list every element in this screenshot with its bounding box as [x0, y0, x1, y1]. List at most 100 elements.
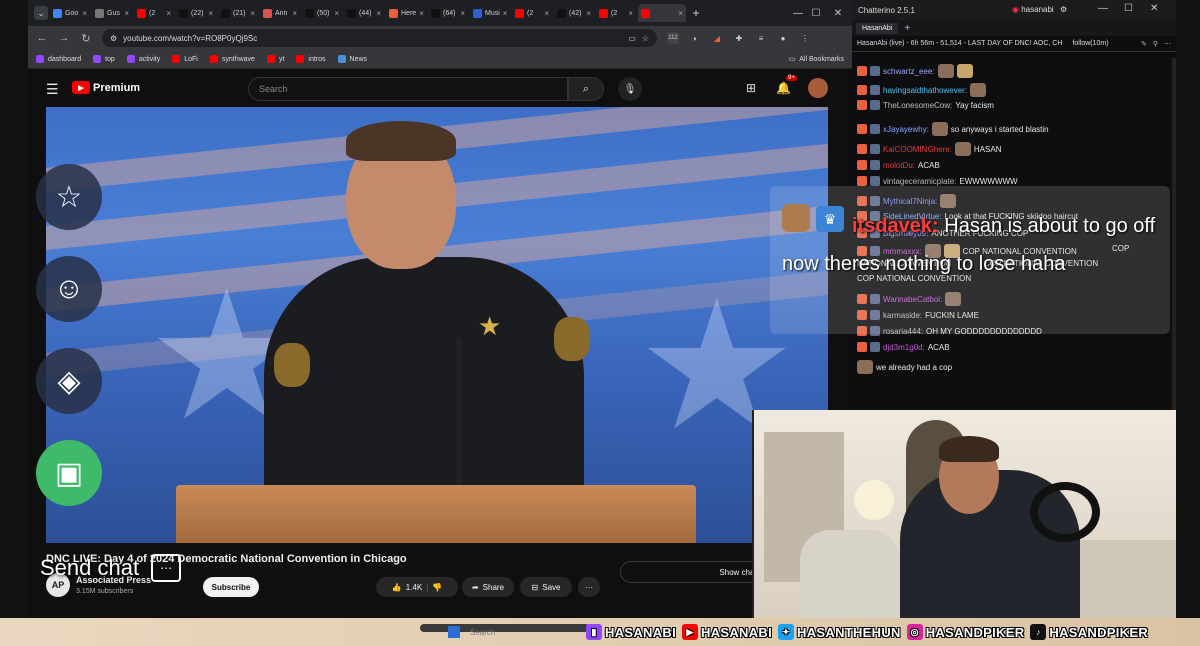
drop-icon[interactable]: ◈	[36, 348, 102, 414]
browser-tab[interactable]: Gus ×	[92, 4, 132, 22]
browser-tab[interactable]: (22) ×	[176, 4, 216, 22]
avatar[interactable]	[808, 78, 828, 98]
tab-close-icon[interactable]: ×	[586, 9, 591, 18]
media-icon[interactable]: ≡	[755, 32, 767, 44]
extension-icon[interactable]: ◗	[689, 32, 701, 44]
chat-message[interactable]: TheLonesomeCow: Yay facism	[857, 100, 994, 110]
bell-icon[interactable]: 🔔	[776, 81, 791, 95]
puzzle-icon[interactable]: ✚	[733, 32, 745, 44]
tab-close-icon[interactable]: ×	[208, 9, 213, 18]
close-icon[interactable]: ✕	[1150, 3, 1158, 14]
new-tab-button[interactable]: +	[688, 6, 704, 20]
settings-gear-icon[interactable]: ⚙	[1060, 5, 1067, 14]
bookmark-star-icon[interactable]: ☆	[642, 34, 649, 43]
chat-message[interactable]: xJayayewhy: so anyways i started blastin	[857, 122, 1049, 136]
chat-username[interactable]: TheLonesomeCow:	[883, 101, 952, 110]
browser-tab[interactable]: (2 ×	[134, 4, 174, 22]
star-icon[interactable]: ☆	[36, 164, 102, 230]
search-input[interactable]: Search	[248, 77, 568, 101]
tab-close-icon[interactable]: ×	[503, 9, 508, 18]
chat-message[interactable]: molotDu: ACAB	[857, 160, 940, 170]
maximize-icon[interactable]: ☐	[1124, 3, 1133, 14]
chat-username[interactable]: djd3m1g0d:	[883, 343, 925, 352]
bookmark-item[interactable]: News	[337, 55, 367, 63]
tab-close-icon[interactable]: ×	[250, 9, 255, 18]
minimize-icon[interactable]: —	[1098, 3, 1108, 14]
browser-tab[interactable]: (64) ×	[428, 4, 468, 22]
bookmark-item[interactable]: synthwave	[209, 55, 255, 63]
tab-hasanabi[interactable]: HasanAbi	[856, 22, 899, 34]
profile-icon[interactable]: ●	[777, 32, 789, 44]
extension-icon[interactable]: ◢	[711, 32, 723, 44]
browser-tab[interactable]: (50) ×	[302, 4, 342, 22]
bookmark-item[interactable]: top	[93, 55, 115, 63]
chat-message[interactable]: djd3m1g0d: ACAB	[857, 342, 950, 352]
windows-start-icon[interactable]	[448, 626, 460, 638]
youtube-logo[interactable]: ▶ Premium	[72, 81, 140, 94]
like-button[interactable]: 👍 1.4K | 👎	[376, 577, 458, 597]
chat-message[interactable]: vintageceramicplate: EWWWWWWW	[857, 176, 1018, 186]
bookmark-item[interactable]: yt	[266, 55, 284, 63]
chat-username[interactable]: molotDu:	[883, 161, 915, 170]
browser-tab[interactable]: (2 ×	[512, 4, 552, 22]
bookmark-item[interactable]: dashboard	[36, 55, 81, 63]
tab-close-icon[interactable]: ×	[628, 9, 633, 18]
tab-close-icon[interactable]: ×	[124, 9, 129, 18]
all-bookmarks[interactable]: ▭ All Bookmarks	[789, 55, 844, 64]
emoji-icon[interactable]: ☺	[36, 256, 102, 322]
search-icon[interactable]: ⌕	[568, 77, 604, 101]
video-player[interactable]: ★ ★ ★	[46, 107, 828, 543]
tab-close-icon[interactable]: ×	[544, 9, 549, 18]
chat-message[interactable]: havingsaidthathowever:	[857, 83, 987, 97]
bookmark-item[interactable]: activity	[126, 55, 160, 63]
tab-close-icon[interactable]: ×	[82, 9, 87, 18]
chat-username[interactable]: KaiCOOMINGhere:	[883, 145, 952, 154]
more-actions-button[interactable]: ···	[578, 577, 600, 597]
tab-search-icon[interactable]: ⌄	[34, 6, 48, 20]
bookmark-item[interactable]: LoFi	[172, 55, 198, 63]
browser-tab[interactable]: (42) ×	[554, 4, 594, 22]
tab-close-icon[interactable]: ×	[376, 9, 381, 18]
address-bar[interactable]: ⚙ youtube.com/watch?v=RO8P0yQj9Sc ▭ ☆	[102, 29, 657, 47]
microphone-icon[interactable]: 🎙	[618, 77, 642, 101]
create-icon[interactable]: ⊞	[746, 81, 756, 95]
thumbs-down-icon[interactable]: 👎	[432, 583, 442, 592]
account-switcher[interactable]: ◉ hasanabi ⚙	[1012, 5, 1067, 14]
forward-icon[interactable]: →	[58, 32, 70, 44]
back-icon[interactable]: ←	[36, 32, 48, 44]
reload-icon[interactable]: ↻	[80, 32, 92, 45]
kebab-menu-icon[interactable]: ⋮	[799, 32, 811, 44]
tab-close-icon[interactable]: ×	[678, 9, 683, 18]
chat-message[interactable]: we already had a cop	[857, 360, 952, 374]
save-button[interactable]: ⊟ Save	[520, 577, 572, 597]
tab-close-icon[interactable]: ×	[460, 9, 465, 18]
site-info-icon[interactable]: ⚙	[110, 34, 117, 43]
browser-tab[interactable]: (44) ×	[344, 4, 384, 22]
browser-tab[interactable]: (2 ×	[596, 4, 636, 22]
taskbar-search[interactable]: Search	[470, 628, 495, 637]
store-icon[interactable]: ▣	[36, 440, 102, 506]
bookmark-item[interactable]: intros	[296, 55, 326, 63]
share-button[interactable]: ➦ Share	[462, 577, 514, 597]
chat-username[interactable]: havingsaidthathowever:	[883, 86, 967, 95]
chat-scrollbar[interactable]	[1172, 58, 1176, 410]
add-tab-button[interactable]: +	[904, 23, 910, 34]
tab-close-icon[interactable]: ×	[166, 9, 171, 18]
chat-message[interactable]: KaiCOOMINGhere: HASAN	[857, 142, 1001, 156]
browser-tab[interactable]: ×	[638, 4, 686, 22]
pencil-icon[interactable]: ✎	[1141, 40, 1147, 48]
tab-close-icon[interactable]: ×	[334, 9, 339, 18]
tab-close-icon[interactable]: ×	[419, 9, 424, 18]
close-icon[interactable]: ✕	[824, 0, 852, 26]
chat-username[interactable]: schwartz_eee:	[883, 67, 935, 76]
cast-icon[interactable]: ▭	[628, 34, 636, 43]
browser-tab[interactable]: Ann ×	[260, 4, 300, 22]
tab-close-icon[interactable]: ×	[292, 9, 297, 18]
browser-tab[interactable]: Here ×	[386, 4, 426, 22]
browser-tab[interactable]: Musi ×	[470, 4, 510, 22]
send-chat-button[interactable]: Send chat ⋯	[40, 545, 242, 591]
menu-icon[interactable]: ⋯	[1164, 40, 1171, 48]
browser-tab[interactable]: (21) ×	[218, 4, 258, 22]
user-icon[interactable]: ⚲	[1153, 40, 1158, 48]
browser-tab[interactable]: Goo ×	[50, 4, 90, 22]
